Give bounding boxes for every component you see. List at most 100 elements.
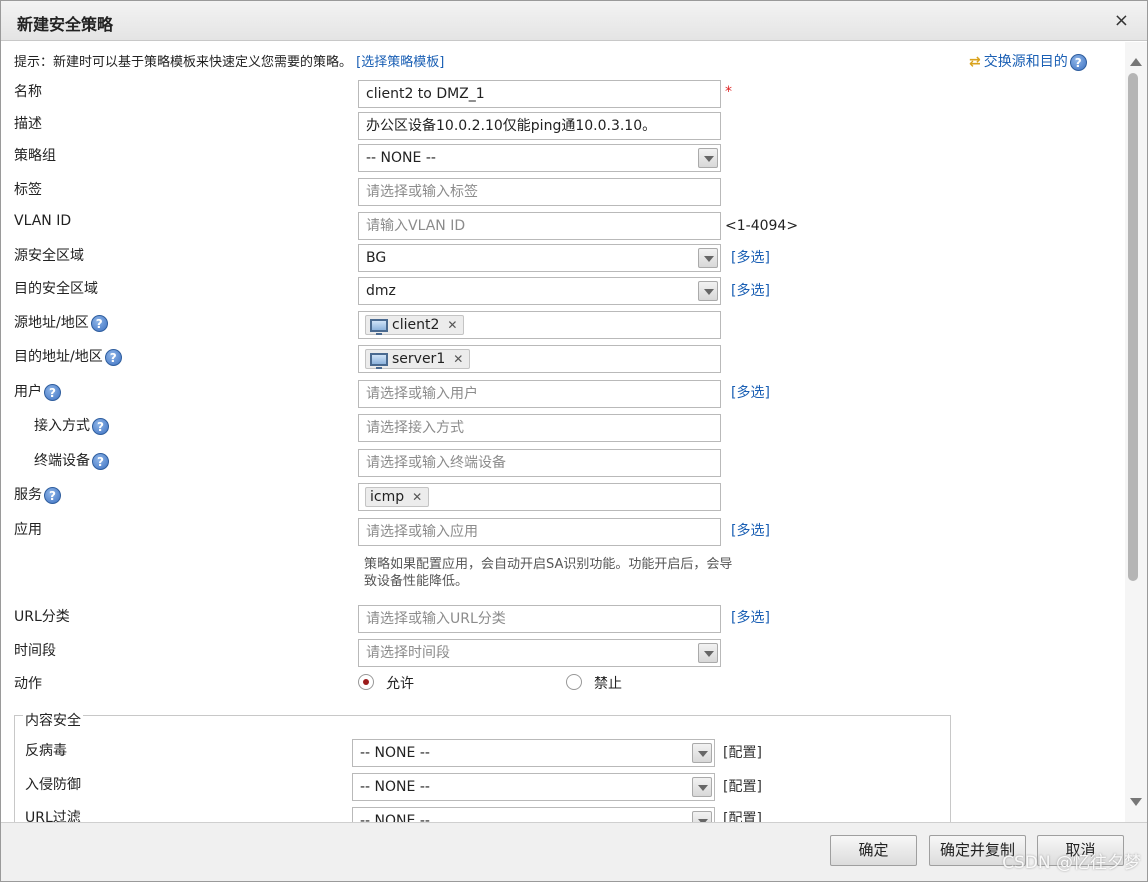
dst-addr-label-text: 目的地址/地区 <box>14 349 103 365</box>
swap-src-dst-link[interactable]: ⇄ 交换源和目的? <box>969 51 1087 71</box>
deny-radio[interactable] <box>566 674 582 690</box>
help-icon[interactable]: ? <box>92 452 109 470</box>
access-label: 接入方式? <box>34 415 109 435</box>
url-filter-select[interactable]: -- NONE -- <box>352 807 715 822</box>
tip-text: 提示：新建时可以基于策略模板来快速定义您需要的策略。 [选择策略模板] <box>14 51 444 70</box>
tag-label: 标签 <box>14 182 42 198</box>
src-zone-select[interactable]: BG <box>358 244 721 272</box>
policy-group-select[interactable]: -- NONE -- <box>358 144 721 172</box>
time-range-select[interactable]: 请选择时间段 <box>358 639 721 667</box>
url-category-label: URL分类 <box>14 609 70 625</box>
access-input[interactable]: 请选择接入方式 <box>358 414 721 442</box>
vertical-scrollbar[interactable] <box>1125 42 1147 822</box>
computer-icon <box>370 318 388 335</box>
name-label: 名称 <box>14 84 42 100</box>
new-security-policy-dialog: 新建安全策略 × 提示：新建时可以基于策略模板来快速定义您需要的策略。 [选择策… <box>0 0 1148 882</box>
user-label-text: 用户 <box>14 384 42 400</box>
chevron-down-icon[interactable] <box>692 777 712 797</box>
service-input[interactable]: icmp ✕ <box>358 483 721 511</box>
time-range-placeholder: 请选择时间段 <box>366 645 450 661</box>
dst-zone-multi-link[interactable]: [多选] <box>731 280 770 300</box>
service-tag-label: icmp <box>370 489 405 505</box>
access-label-text: 接入方式 <box>34 418 90 434</box>
remove-icon[interactable]: ✕ <box>453 350 463 368</box>
dst-addr-tag-label: server1 <box>392 351 446 367</box>
application-input[interactable]: 请选择或输入应用 <box>358 518 721 546</box>
dst-zone-select[interactable]: dmz <box>358 277 721 305</box>
src-addr-label: 源地址/地区? <box>14 312 108 332</box>
terminal-label: 终端设备? <box>34 450 109 470</box>
swap-icon: ⇄ <box>969 54 981 70</box>
src-addr-tag-label: client2 <box>392 317 440 333</box>
src-addr-input[interactable]: client2 ✕ <box>358 311 721 339</box>
computer-icon <box>370 352 388 369</box>
antivirus-select[interactable]: -- NONE -- <box>352 739 715 767</box>
ips-label: 入侵防御 <box>25 777 81 793</box>
user-input[interactable]: 请选择或输入用户 <box>358 380 721 408</box>
close-icon[interactable]: × <box>1114 10 1129 31</box>
url-filter-value: -- NONE -- <box>360 813 430 822</box>
help-icon[interactable]: ? <box>44 383 61 401</box>
scroll-up-icon[interactable] <box>1130 58 1142 66</box>
allow-label[interactable]: 允许 <box>386 673 414 693</box>
chevron-down-icon[interactable] <box>698 148 718 168</box>
vlan-input[interactable]: 请输入VLAN ID <box>358 212 721 240</box>
allow-radio[interactable] <box>358 674 374 690</box>
name-input[interactable]: client2 to DMZ_1 <box>358 80 721 108</box>
service-label-text: 服务 <box>14 487 42 503</box>
application-multi-link[interactable]: [多选] <box>731 520 770 540</box>
content-security-group <box>14 715 951 822</box>
application-label: 应用 <box>14 522 42 538</box>
select-template-link[interactable]: [选择策略模板] <box>356 55 444 70</box>
dst-addr-label: 目的地址/地区? <box>14 346 122 366</box>
dst-addr-tag: server1 ✕ <box>365 349 471 369</box>
title-bar: 新建安全策略 × <box>1 1 1147 41</box>
chevron-down-icon[interactable] <box>698 248 718 268</box>
help-icon[interactable]: ? <box>92 417 109 435</box>
dst-zone-label: 目的安全区域 <box>14 281 98 297</box>
content-security-legend: 内容安全 <box>23 710 83 730</box>
help-icon[interactable]: ? <box>1069 53 1087 71</box>
application-note: 策略如果配置应用，会自动开启SA识别功能。功能开启后，会导致设备性能降低。 <box>364 557 733 589</box>
remove-icon[interactable]: ✕ <box>412 488 422 506</box>
chevron-down-icon[interactable] <box>698 643 718 663</box>
policy-group-value: -- NONE -- <box>366 150 436 166</box>
service-tag: icmp ✕ <box>365 487 430 507</box>
scrollbar-thumb[interactable] <box>1128 73 1138 581</box>
src-addr-tag: client2 ✕ <box>365 315 465 335</box>
chevron-down-icon[interactable] <box>692 743 712 763</box>
watermark: CSDN @忆往夕梦 <box>1002 853 1141 873</box>
deny-label[interactable]: 禁止 <box>594 673 622 693</box>
remove-icon[interactable]: ✕ <box>447 316 457 334</box>
user-multi-link[interactable]: [多选] <box>731 382 770 402</box>
dialog-footer: 确定 确定并复制 取消 CSDN @忆往夕梦 <box>1 822 1147 881</box>
required-marker: * <box>725 84 732 100</box>
time-range-label: 时间段 <box>14 643 56 659</box>
description-input[interactable]: 办公区设备10.0.2.10仅能ping通10.0.3.10。 <box>358 112 721 140</box>
ips-select[interactable]: -- NONE -- <box>352 773 715 801</box>
terminal-input[interactable]: 请选择或输入终端设备 <box>358 449 721 477</box>
dst-zone-value: dmz <box>366 283 396 299</box>
src-zone-multi-link[interactable]: [多选] <box>731 247 770 267</box>
dst-addr-input[interactable]: server1 ✕ <box>358 345 721 373</box>
chevron-down-icon[interactable] <box>692 811 712 822</box>
ips-config-link[interactable]: [配置] <box>723 776 762 796</box>
vlan-range-hint: <1-4094> <box>725 218 799 234</box>
src-zone-value: BG <box>366 250 387 266</box>
tag-input[interactable]: 请选择或输入标签 <box>358 178 721 206</box>
service-label: 服务? <box>14 484 61 504</box>
scroll-down-icon[interactable] <box>1130 798 1142 806</box>
chevron-down-icon[interactable] <box>698 281 718 301</box>
help-icon[interactable]: ? <box>44 486 61 504</box>
policy-group-label: 策略组 <box>14 148 56 164</box>
antivirus-config-link[interactable]: [配置] <box>723 742 762 762</box>
swap-label: 交换源和目的 <box>983 54 1068 70</box>
url-category-multi-link[interactable]: [多选] <box>731 607 770 627</box>
form-content: 提示：新建时可以基于策略模板来快速定义您需要的策略。 [选择策略模板] ⇄ 交换源… <box>1 42 1125 822</box>
url-filter-config-link[interactable]: [配置] <box>723 808 762 822</box>
url-category-input[interactable]: 请选择或输入URL分类 <box>358 605 721 633</box>
help-icon[interactable]: ? <box>104 348 122 366</box>
ok-button[interactable]: 确定 <box>830 835 917 866</box>
help-icon[interactable]: ? <box>90 314 108 332</box>
vlan-label: VLAN ID <box>14 213 72 229</box>
